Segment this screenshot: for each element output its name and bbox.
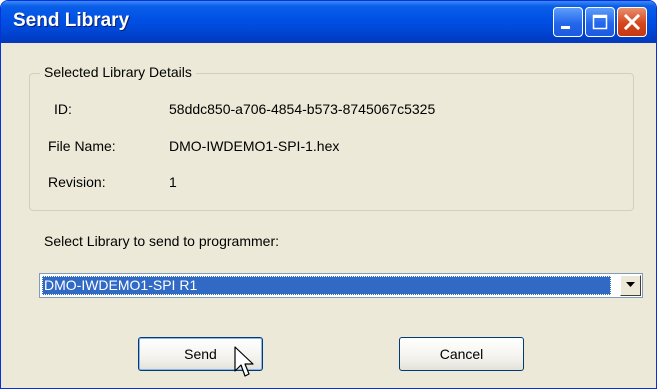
send-library-dialog: Send Library Selected Library Details ID… [0, 0, 657, 389]
maximize-icon [592, 14, 608, 30]
file-name-label: File Name: [48, 138, 116, 154]
window-title: Send Library [13, 10, 130, 31]
mouse-pointer-icon [234, 346, 254, 377]
library-select[interactable]: DMO-IWDEMO1-SPI R1 [39, 273, 643, 298]
minimize-button[interactable] [553, 7, 583, 37]
dropdown-button[interactable] [620, 275, 641, 296]
id-label: ID: [54, 101, 72, 117]
group-label: Selected Library Details [40, 64, 196, 80]
cancel-button[interactable]: Cancel [399, 337, 524, 371]
chevron-down-icon [626, 282, 635, 287]
close-icon [623, 13, 641, 31]
revision-label: Revision: [48, 174, 106, 190]
dialog-body: Selected Library Details ID: 58ddc850-a7… [6, 43, 651, 384]
revision-value: 1 [169, 174, 177, 190]
id-value: 58ddc850-a706-4854-b573-8745067c5325 [169, 101, 436, 117]
library-select-value[interactable]: DMO-IWDEMO1-SPI R1 [42, 276, 611, 295]
minimize-icon [561, 26, 570, 29]
close-button[interactable] [617, 7, 647, 37]
maximize-button[interactable] [585, 7, 615, 37]
select-library-label: Select Library to send to programmer: [44, 233, 279, 249]
title-bar[interactable]: Send Library [1, 1, 656, 43]
file-name-value: DMO-IWDEMO1-SPI-1.hex [169, 138, 340, 154]
